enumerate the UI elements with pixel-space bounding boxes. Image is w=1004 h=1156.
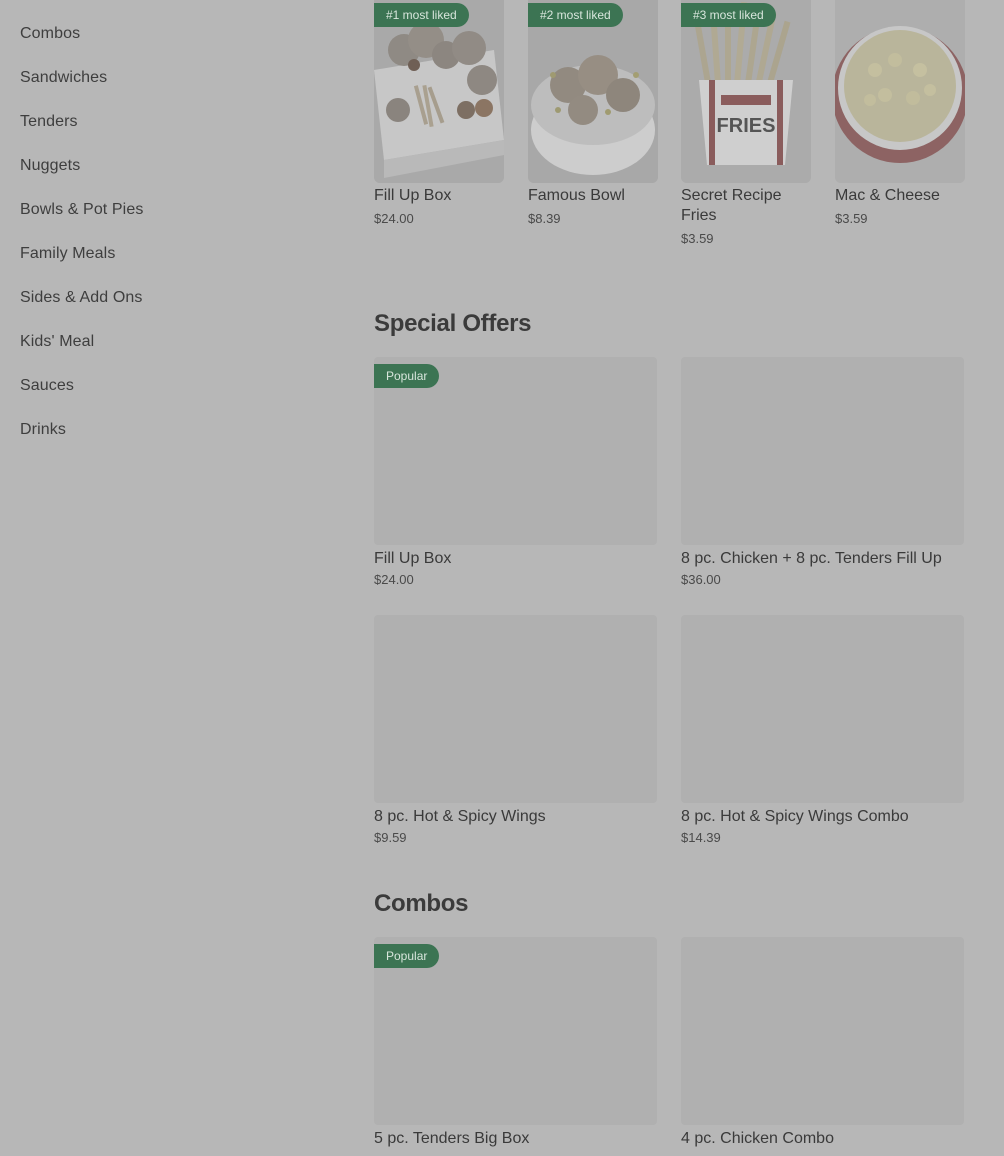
- fill-up-box-photo: [374, 0, 504, 183]
- popular-badge: Popular: [374, 944, 440, 968]
- section-title-combos: Combos: [374, 890, 469, 917]
- most-liked-badge: #1 most liked: [374, 3, 469, 27]
- svg-text:FRIES: FRIES: [717, 115, 776, 137]
- item-price: $36.00: [681, 572, 721, 587]
- item-price: $3.59: [681, 231, 714, 246]
- item-image-placeholder: [681, 937, 964, 1125]
- most-liked-badge: #3 most liked: [681, 3, 776, 27]
- sidebar-item-sides-add-ons[interactable]: Sides & Add Ons: [20, 289, 142, 307]
- menu-page: Combos Sandwiches Tenders Nuggets Bowls …: [0, 0, 1004, 1156]
- item-name: Fill Up Box: [374, 187, 452, 204]
- item-name: 8 pc. Hot & Spicy Wings Combo: [681, 808, 909, 825]
- item-name: 8 pc. Hot & Spicy Wings: [374, 808, 546, 825]
- item-name: 4 pc. Chicken Combo: [681, 1130, 834, 1147]
- item-name: Secret Recipe Fries: [681, 187, 782, 224]
- item-image-placeholder: [681, 357, 964, 545]
- item-price: $24.00: [374, 211, 414, 226]
- most-liked-badge: #2 most liked: [528, 3, 623, 27]
- item-name: Mac & Cheese: [835, 187, 940, 204]
- sidebar-item-combos[interactable]: Combos: [20, 25, 80, 43]
- item-price: $14.39: [681, 830, 721, 845]
- sidebar-item-drinks[interactable]: Drinks: [20, 421, 66, 439]
- famous-bowl-photo: [528, 0, 658, 183]
- sidebar-item-family-meals[interactable]: Family Meals: [20, 245, 115, 263]
- item-image-placeholder: [681, 615, 964, 803]
- sidebar-item-nuggets[interactable]: Nuggets: [20, 157, 80, 175]
- sidebar-item-sandwiches[interactable]: Sandwiches: [20, 69, 107, 87]
- item-image-placeholder: [374, 615, 657, 803]
- item-name: Famous Bowl: [528, 187, 625, 204]
- sidebar-item-kids-meal[interactable]: Kids' Meal: [20, 333, 94, 351]
- item-name: 8 pc. Chicken + 8 pc. Tenders Fill Up: [681, 550, 942, 567]
- item-price: $8.39: [528, 211, 561, 226]
- item-name: Fill Up Box: [374, 550, 452, 567]
- section-title-special-offers: Special Offers: [374, 310, 532, 337]
- sidebar-item-tenders[interactable]: Tenders: [20, 113, 78, 131]
- fries-photo: FRIES: [681, 0, 811, 183]
- popular-badge: Popular: [374, 364, 440, 388]
- mac-and-cheese-photo: [835, 0, 965, 183]
- sidebar-item-sauces[interactable]: Sauces: [20, 377, 74, 395]
- sidebar-item-bowls-pot-pies[interactable]: Bowls & Pot Pies: [20, 201, 143, 219]
- item-price: $3.59: [835, 211, 868, 226]
- item-price: $9.59: [374, 830, 407, 845]
- item-price: $24.00: [374, 572, 414, 587]
- item-name: 5 pc. Tenders Big Box: [374, 1130, 530, 1147]
